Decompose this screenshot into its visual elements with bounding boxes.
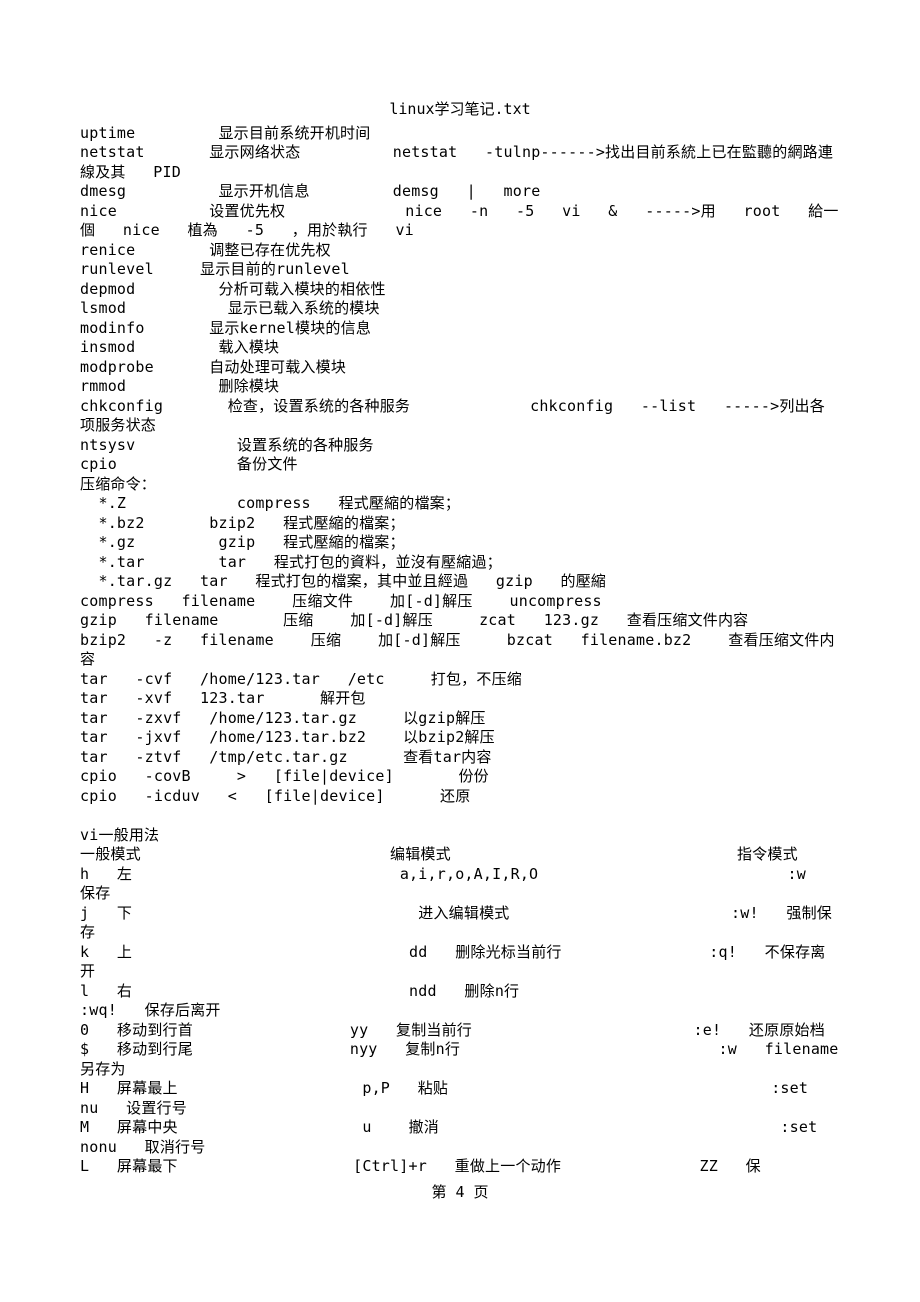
document-page: linux学习笔记.txt uptime 显示目前系统开机时间 netstat … <box>0 0 920 1302</box>
page-number: 第 4 页 <box>80 1183 840 1203</box>
document-body: uptime 显示目前系统开机时间 netstat 显示网络状态 netstat… <box>80 124 840 1177</box>
document-title: linux学习笔记.txt <box>80 100 840 120</box>
